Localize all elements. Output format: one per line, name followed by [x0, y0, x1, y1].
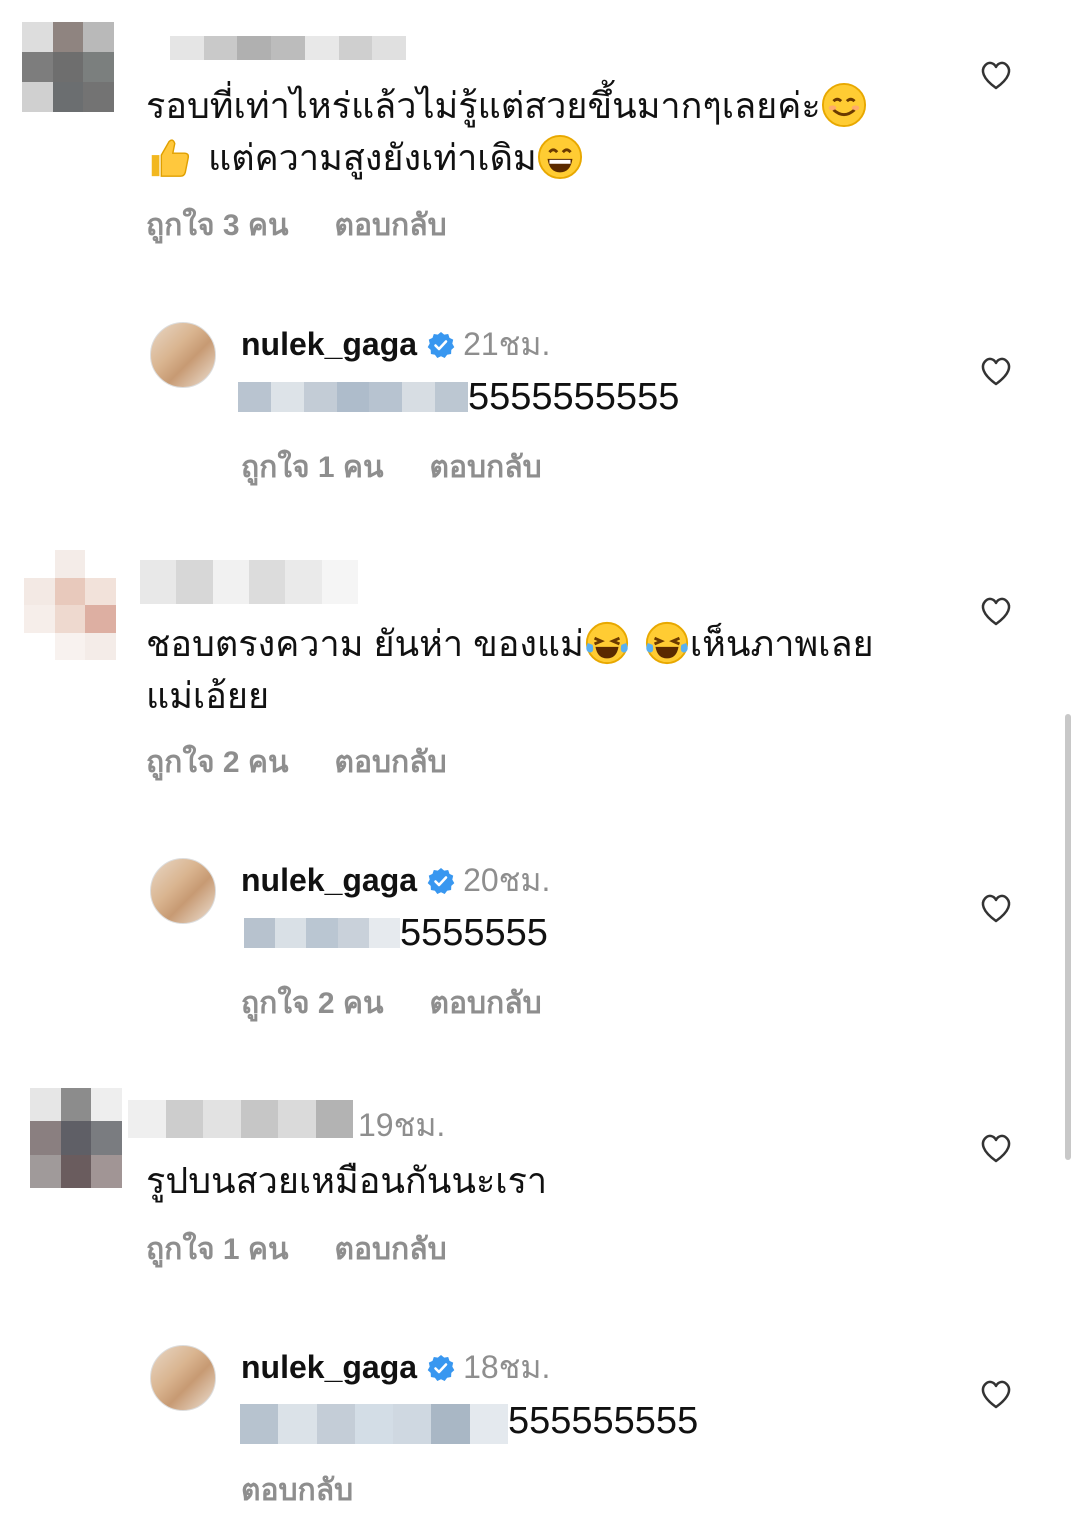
grinning-face-icon: [537, 134, 582, 180]
reply-text: 5555555: [400, 912, 548, 954]
reply-header: nulek_gaga 18ชม.: [241, 1345, 550, 1389]
thumbs-up-icon: [151, 139, 190, 177]
commenter-username-blurred[interactable]: [140, 560, 358, 604]
mention-blurred: [244, 918, 401, 948]
verified-badge-icon: [427, 332, 455, 358]
reply-button[interactable]: ตอบกลับ: [335, 746, 447, 779]
heart-icon[interactable]: [978, 57, 1014, 93]
smiling-face-icon: [821, 82, 866, 128]
comment-meta: ถูกใจ 3 คน ตอบกลับ: [146, 202, 447, 249]
heart-icon[interactable]: [978, 353, 1014, 389]
verified-badge-icon: [427, 1355, 455, 1381]
mention-blurred: [240, 1404, 508, 1444]
comment-text: รอบที่เท่าไหร่แล้วไม่รู้แต่สวยขึ้นมากๆเล…: [146, 80, 946, 184]
username[interactable]: nulek_gaga: [241, 1349, 417, 1385]
reply-button[interactable]: ตอบกลับ: [430, 987, 542, 1020]
mention-blurred: [238, 382, 469, 412]
avatar[interactable]: [150, 322, 216, 388]
commenter-avatar-blurred[interactable]: [22, 22, 114, 112]
commenter-username-blurred[interactable]: [136, 36, 406, 60]
reply-button[interactable]: ตอบกลับ: [430, 451, 542, 484]
likes-count[interactable]: ถูกใจ 2 คน: [146, 746, 289, 779]
timestamp: 19ชม.: [358, 1107, 446, 1143]
reply-header: nulek_gaga 21ชม.: [241, 322, 550, 366]
reply-meta: ถูกใจ 2 คน ตอบกลับ: [241, 980, 542, 1027]
reply-button[interactable]: ตอบกลับ: [335, 209, 447, 242]
likes-count[interactable]: ถูกใจ 2 คน: [241, 987, 384, 1020]
timestamp: 18ชม.: [463, 1349, 551, 1385]
reply-text: 555555555: [508, 1400, 699, 1442]
comment-meta: ถูกใจ 1 คน ตอบกลับ: [146, 1226, 447, 1273]
avatar[interactable]: [150, 858, 216, 924]
heart-icon[interactable]: [978, 1376, 1014, 1412]
reply-meta: ถูกใจ 1 คน ตอบกลับ: [241, 444, 542, 491]
avatar[interactable]: [150, 1345, 216, 1411]
username[interactable]: nulek_gaga: [241, 326, 417, 362]
timestamp: 21ชม.: [463, 326, 551, 362]
commenter-avatar-blurred[interactable]: [30, 1088, 122, 1188]
reply-button[interactable]: ตอบกลับ: [241, 1474, 353, 1507]
likes-count[interactable]: ถูกใจ 1 คน: [146, 1233, 289, 1266]
reply-button[interactable]: ตอบกลับ: [335, 1233, 447, 1266]
likes-count[interactable]: ถูกใจ 3 คน: [146, 209, 289, 242]
reply-text: 5555555555: [468, 376, 680, 418]
verified-badge-icon: [427, 868, 455, 894]
timestamp: 20ชม.: [463, 862, 551, 898]
scrollbar[interactable]: [1065, 714, 1071, 1160]
likes-count[interactable]: ถูกใจ 1 คน: [241, 451, 384, 484]
reply-header: nulek_gaga 20ชม.: [241, 858, 550, 902]
username[interactable]: nulek_gaga: [241, 862, 417, 898]
comment-meta: ถูกใจ 2 คน ตอบกลับ: [146, 739, 447, 786]
tears-of-joy-icon: [645, 621, 688, 665]
heart-icon[interactable]: [978, 1130, 1014, 1166]
commenter-username-blurred[interactable]: [128, 1100, 353, 1138]
comment-text: ชอบตรงความ ยันห่า ของแม่ เห็นภาพเลย แม่เ…: [146, 618, 946, 722]
heart-icon[interactable]: [978, 890, 1014, 926]
comment-text: รูปบนสวยเหมือนกันนะเรา: [146, 1160, 548, 1201]
commenter-avatar-blurred[interactable]: [24, 550, 116, 660]
tears-of-joy-icon: [585, 621, 628, 665]
reply-meta: ตอบกลับ: [241, 1467, 353, 1514]
heart-icon[interactable]: [978, 593, 1014, 629]
